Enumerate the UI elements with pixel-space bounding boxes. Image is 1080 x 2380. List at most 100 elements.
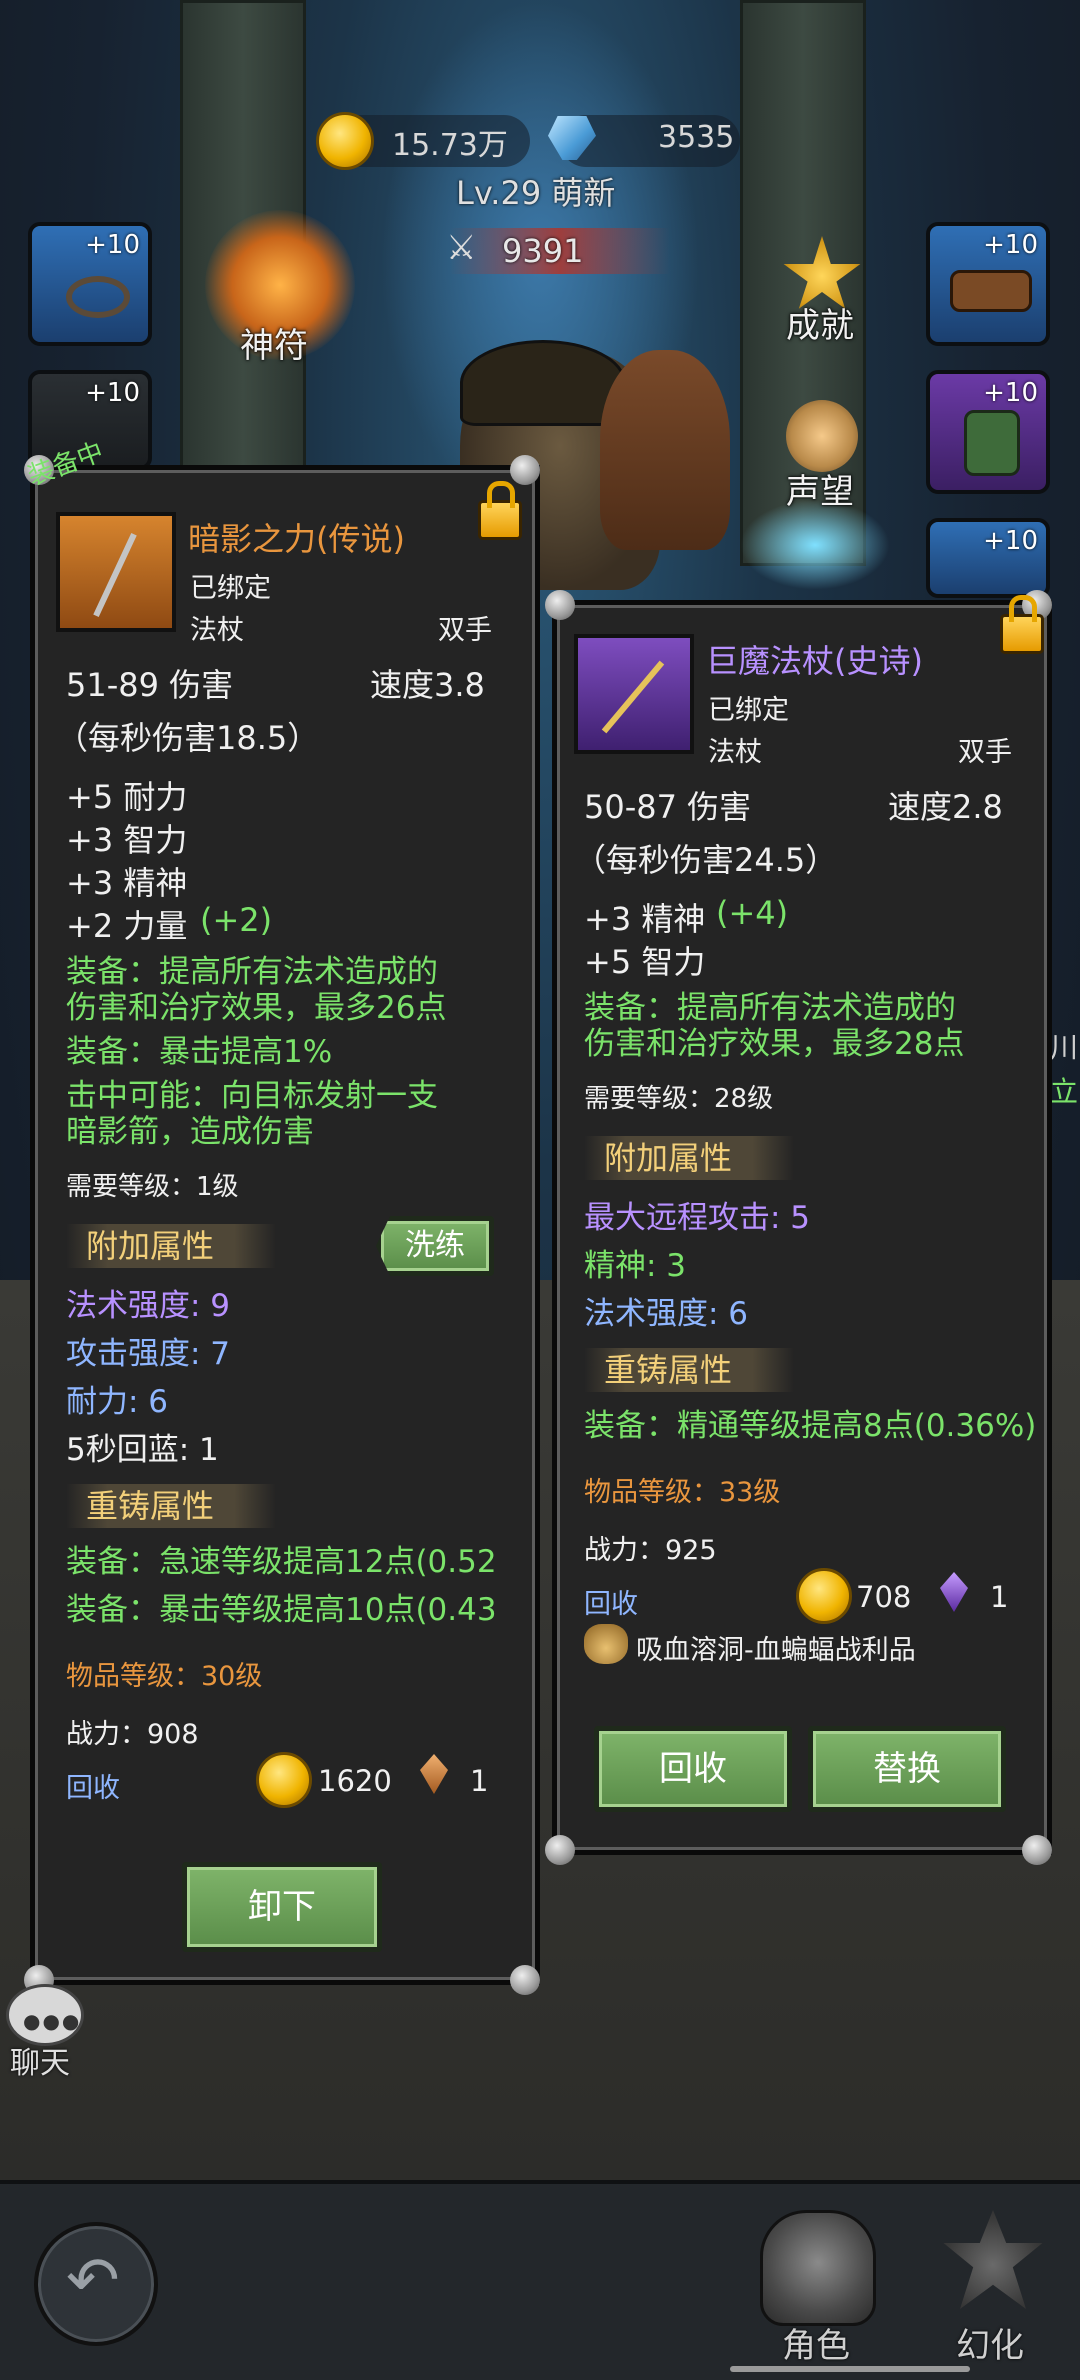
equip-slot-chest[interactable]: +10 [926,370,1050,494]
item-power: 战力：908 [66,1719,199,1750]
wash-button[interactable]: 洗练 [376,1216,494,1276]
gold-coin-icon [256,1752,312,1808]
back-arrow-icon: ↶ [66,2244,120,2318]
panel-corner [545,1835,575,1865]
stat-line: +3 精神 [584,900,706,938]
power-value: 9391 [502,232,584,270]
required-level: 需要等级：28级 [584,1084,774,1114]
recycle-link[interactable]: 回收 [584,1582,638,1621]
reforge-stat: 装备：急速等级提高12点(0.52 [66,1544,497,1580]
required-level: 需要等级：1级 [66,1172,239,1202]
gold-amount: 15.73万 [392,128,508,163]
bonus-stat: 最大远程攻击: 5 [584,1200,811,1236]
equip-slot-belt[interactable]: +10 [926,222,1050,346]
belt-icon [950,270,1032,312]
reforge-list: 装备：精通等级提高8点(0.36%) [584,1400,1080,1448]
item-level: 物品等级：33级 [584,1477,781,1508]
effect-line: 伤害和治疗效果，最多28点 [584,1026,965,1062]
chat-bubble-icon[interactable]: ●●● [6,1984,84,2046]
reputation-label: 声望 [786,472,854,512]
dps: （每秒伤害24.5） [574,841,838,879]
bonus-stat: 耐力: 6 [66,1384,169,1420]
stat-line: +5 智力 [584,943,706,981]
unequip-button[interactable]: 卸下 [182,1862,382,1952]
equip-slot-ring[interactable]: +10 [28,222,152,346]
recycle-gold: 708 [856,1580,912,1614]
damage-range: 50-87 伤害 [584,788,752,826]
nav-character[interactable]: 角色 [782,2318,850,2367]
nav-transform[interactable]: 幻化 [956,2318,1024,2367]
reforge-stat: 装备：暴击等级提高10点(0.43 [66,1592,497,1628]
edge-text: 立 [1050,1075,1079,1108]
effect-line: 伤害和治疗效果，最多26点 [66,990,447,1026]
slot-level: +10 [983,378,1038,408]
staff-icon [93,532,137,618]
ring-icon [66,276,130,318]
slot-level: +10 [983,526,1038,556]
item-hand: 双手 [438,615,492,646]
stat-bonus: (+4) [716,894,789,932]
panel-corner [1022,1835,1052,1865]
bonus-stat: 攻击强度: 7 [66,1336,231,1372]
bonus-header: 附加属性 [584,1136,794,1180]
chat-label: 聊天 [10,2046,70,2081]
replace-button[interactable]: 替换 [808,1726,1006,1812]
dps: （每秒伤害18.5） [56,719,320,757]
pirate-hat [460,340,626,426]
slot-level: +10 [983,230,1038,260]
stat-bonus: (+2) [200,901,273,939]
recycle-gem: 1 [990,1580,1009,1614]
item-type: 法杖 [190,615,244,646]
stat-line: +2 力量 [66,907,188,945]
panel-corner [545,590,575,620]
recycle-link[interactable]: 回收 [66,1766,120,1805]
stat-line: +5 耐力 [66,778,188,816]
damage-range: 51-89 伤害 [66,666,234,704]
recycle-gold: 1620 [318,1764,392,1798]
slot-level: +10 [85,230,140,260]
home-indicator [730,2366,970,2372]
blue-flame [740,500,890,590]
rune-label: 神符 [240,326,308,366]
character-helmet-icon[interactable] [760,2210,876,2326]
gold-coin-icon [796,1568,852,1624]
equip-slot-weapon[interactable]: +10 [926,518,1050,598]
item-source: 吸血溶洞-血蝙蝠战利品 [636,1635,916,1666]
bonus-header: 附加属性 [66,1224,276,1268]
gem-amount: 3535 [658,120,735,155]
item-level: 物品等级：30级 [66,1661,263,1692]
chat-dots: ●●● [23,2009,82,2033]
reputation-icon[interactable] [786,400,858,472]
slot-level: +10 [85,378,140,408]
reforge-header: 重铸属性 [584,1348,794,1392]
panel-corner [510,1965,540,1995]
reforge-list: 装备：急速等级提高12点(0.52 装备：暴击等级提高10点(0.43 [66,1536,526,1632]
back-button[interactable]: ↶ [34,2222,158,2346]
lock-icon[interactable] [478,481,522,540]
effect-line: 装备：暴击提高1% [66,1034,333,1070]
epic-staff-icon [574,634,694,754]
edge-text: 川 [1050,1031,1079,1064]
lock-icon[interactable] [1000,595,1044,654]
bound-status: 已绑定 [190,573,271,604]
bonus-stat: 5秒回蓝: 1 [66,1432,219,1468]
attack-speed: 速度2.8 [888,788,1003,826]
chest-armor-icon [964,410,1020,476]
recycle-shard: 1 [470,1764,489,1798]
horse-mount [600,350,730,550]
bonus-stat: 法术强度: 6 [584,1296,749,1332]
achievement-label: 成就 [786,306,854,346]
bound-status: 已绑定 [708,695,789,726]
bottom-nav-bar [0,2180,1080,2380]
gold-coin-icon [316,112,374,170]
item-name: 巨魔法杖(史诗) [706,642,923,680]
loot-bag-icon [584,1624,628,1664]
reforge-stat: 装备：精通等级提高8点(0.36%) [584,1408,1037,1444]
legendary-staff-icon [56,512,176,632]
recycle-button[interactable]: 回收 [594,1726,792,1812]
bonus-stat: 精神: 3 [584,1248,687,1284]
effect-line: 暗影箭，造成伤害 [66,1114,314,1150]
staff-icon [601,660,665,734]
item-power: 战力：925 [584,1535,717,1566]
attack-speed: 速度3.8 [370,666,485,704]
